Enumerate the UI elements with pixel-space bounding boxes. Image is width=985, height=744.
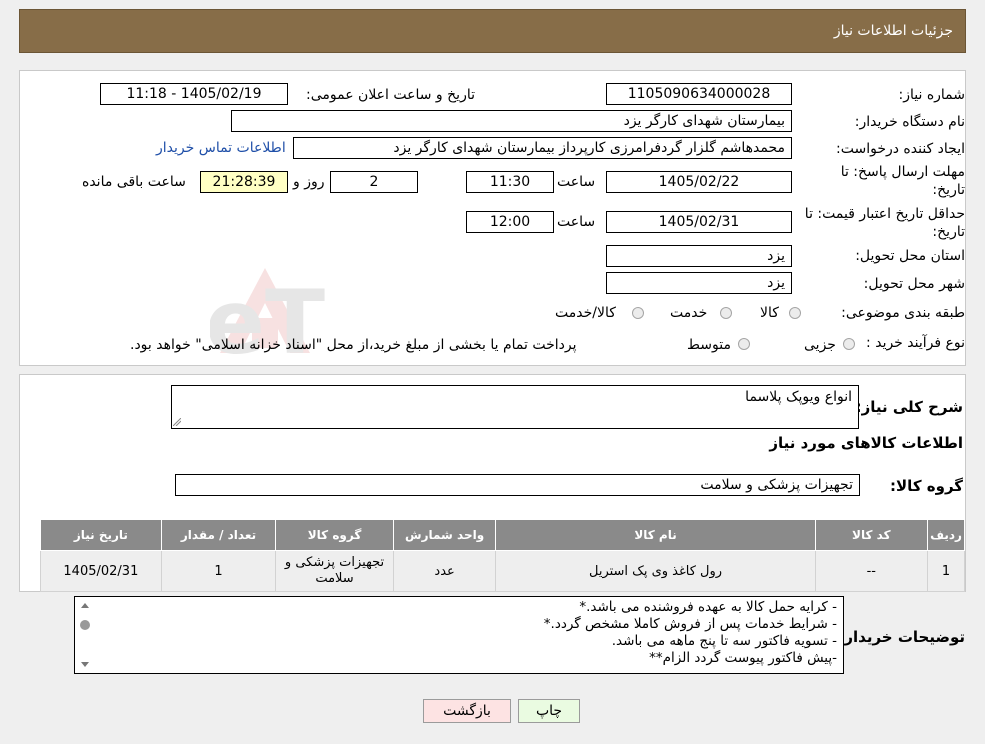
validity-label-date: تاریخ:: [932, 224, 965, 240]
note-line: -پیش فاکتور پیوست گردد الزام**: [649, 650, 837, 666]
validity-date-field: 1405/02/31: [606, 211, 792, 233]
page-header: جزئیات اطلاعات نیاز: [19, 9, 966, 53]
validity-time-field: 12:00: [466, 211, 554, 233]
days-field: 2: [330, 171, 418, 193]
buyer-org-field: بیمارستان شهدای کارگر یزد: [231, 110, 792, 132]
col-quantity: تعداد / مقدار: [160, 519, 277, 551]
deadline-label: مهلت ارسال پاسخ: تا: [840, 164, 965, 180]
col-row-number: ردیف: [927, 519, 965, 551]
process-note: پرداخت تمام یا بخشی از مبلغ خرید،از محل …: [130, 337, 577, 353]
category-radio-goods[interactable]: [789, 307, 801, 319]
resize-handle-icon[interactable]: [173, 418, 181, 426]
remaining-label: ساعت باقی مانده: [82, 174, 186, 190]
page-title: جزئیات اطلاعات نیاز: [833, 23, 953, 39]
remaining-time-field: 21:28:39: [200, 171, 288, 193]
city-label: شهر محل تحویل:: [863, 276, 965, 292]
process-option-medium: متوسط: [687, 337, 731, 353]
category-option-goods: کالا: [760, 305, 779, 321]
category-option-service: خدمت: [670, 305, 708, 321]
announce-datetime-label: تاریخ و ساعت اعلان عمومی:: [306, 87, 475, 103]
cell-unit: عدد: [392, 550, 497, 592]
col-goods-code: کد کالا: [814, 519, 929, 551]
summary-textarea[interactable]: انواع ویوپک پلاسما: [171, 385, 859, 429]
deadline-date-field: 1405/02/22: [606, 171, 792, 193]
summary-label: شرح کلی نیاز:: [855, 398, 963, 416]
scrollbar-icon[interactable]: [76, 598, 94, 672]
category-option-goods-service: کالا/خدمت: [555, 305, 616, 321]
process-radio-medium[interactable]: [738, 338, 750, 350]
deadline-time-field: 11:30: [466, 171, 554, 193]
table-header-row: ردیف کد کالا نام کالا واحد شمارش گروه کا…: [40, 519, 965, 551]
buyer-notes-textarea[interactable]: - کرایه حمل کالا به عهده فروشنده می باشد…: [74, 596, 844, 674]
note-line: - شرایط خدمات پس از فروش کاملا مشخص گردد…: [543, 616, 837, 632]
note-line: - کرایه حمل کالا به عهده فروشنده می باشد…: [579, 599, 837, 615]
table-row: 1 -- رول کاغذ وی پک استریل عدد تجهیزات پ…: [40, 550, 965, 592]
need-number-field: 1105090634000028: [606, 83, 792, 105]
cell-quantity: 1: [160, 550, 277, 592]
province-label: استان محل تحویل:: [855, 248, 965, 264]
col-need-date: تاریخ نیاز: [40, 519, 162, 551]
watermark-text: AriaTender.neT: [210, 271, 325, 374]
process-label: نوع فرآیند خرید :: [866, 335, 965, 351]
col-goods-name: نام کالا: [495, 519, 816, 551]
process-option-minor: جزیی: [804, 337, 836, 353]
cell-need-date: 1405/02/31: [40, 550, 162, 592]
validity-label: حداقل تاریخ اعتبار قیمت: تا: [804, 206, 965, 222]
buyer-contact-link[interactable]: اطلاعات تماس خریدار: [156, 140, 286, 156]
back-button[interactable]: بازگشت: [423, 699, 511, 723]
cell-goods-name: رول کاغذ وی پک استریل: [495, 550, 816, 592]
goods-table: ردیف کد کالا نام کالا واحد شمارش گروه کا…: [40, 519, 965, 592]
cell-goods-group: تجهیزات پزشکی و سلامت: [275, 550, 394, 592]
process-radio-minor[interactable]: [843, 338, 855, 350]
validity-time-label: ساعت: [557, 214, 596, 230]
category-label: طبقه بندی موضوعی:: [841, 305, 965, 321]
deadline-time-label: ساعت: [557, 174, 596, 190]
goods-group-field: تجهیزات پزشکی و سلامت: [175, 474, 860, 496]
announce-datetime-field: 1405/02/19 - 11:18: [100, 83, 288, 105]
province-field: یزد: [606, 245, 792, 267]
days-label: روز و: [293, 174, 325, 190]
note-line: - تسویه فاکتور سه تا پنج ماهه می باشد.: [611, 633, 837, 649]
col-goods-group: گروه کالا: [275, 519, 394, 551]
category-radio-goods-service[interactable]: [632, 307, 644, 319]
category-radio-service[interactable]: [720, 307, 732, 319]
cell-goods-code: --: [814, 550, 929, 592]
city-field: یزد: [606, 272, 792, 294]
requester-label: ایجاد کننده درخواست:: [836, 141, 965, 157]
deadline-label-date: تاریخ:: [932, 182, 965, 198]
print-button[interactable]: چاپ: [518, 699, 580, 723]
cell-row-number: 1: [927, 550, 965, 592]
notes-scrollbar[interactable]: [76, 598, 94, 672]
goods-info-title: اطلاعات کالاهای مورد نیاز: [769, 434, 963, 452]
requester-field: محمدهاشم گلزار گردفرامرزی کارپرداز بیمار…: [293, 137, 792, 159]
col-unit: واحد شمارش: [392, 519, 497, 551]
notes-label: توضیحات خریدار:: [838, 628, 965, 646]
goods-group-label: گروه کالا:: [890, 477, 963, 495]
need-number-label: شماره نیاز:: [898, 87, 966, 103]
buyer-org-label: نام دستگاه خریدار:: [854, 114, 965, 130]
